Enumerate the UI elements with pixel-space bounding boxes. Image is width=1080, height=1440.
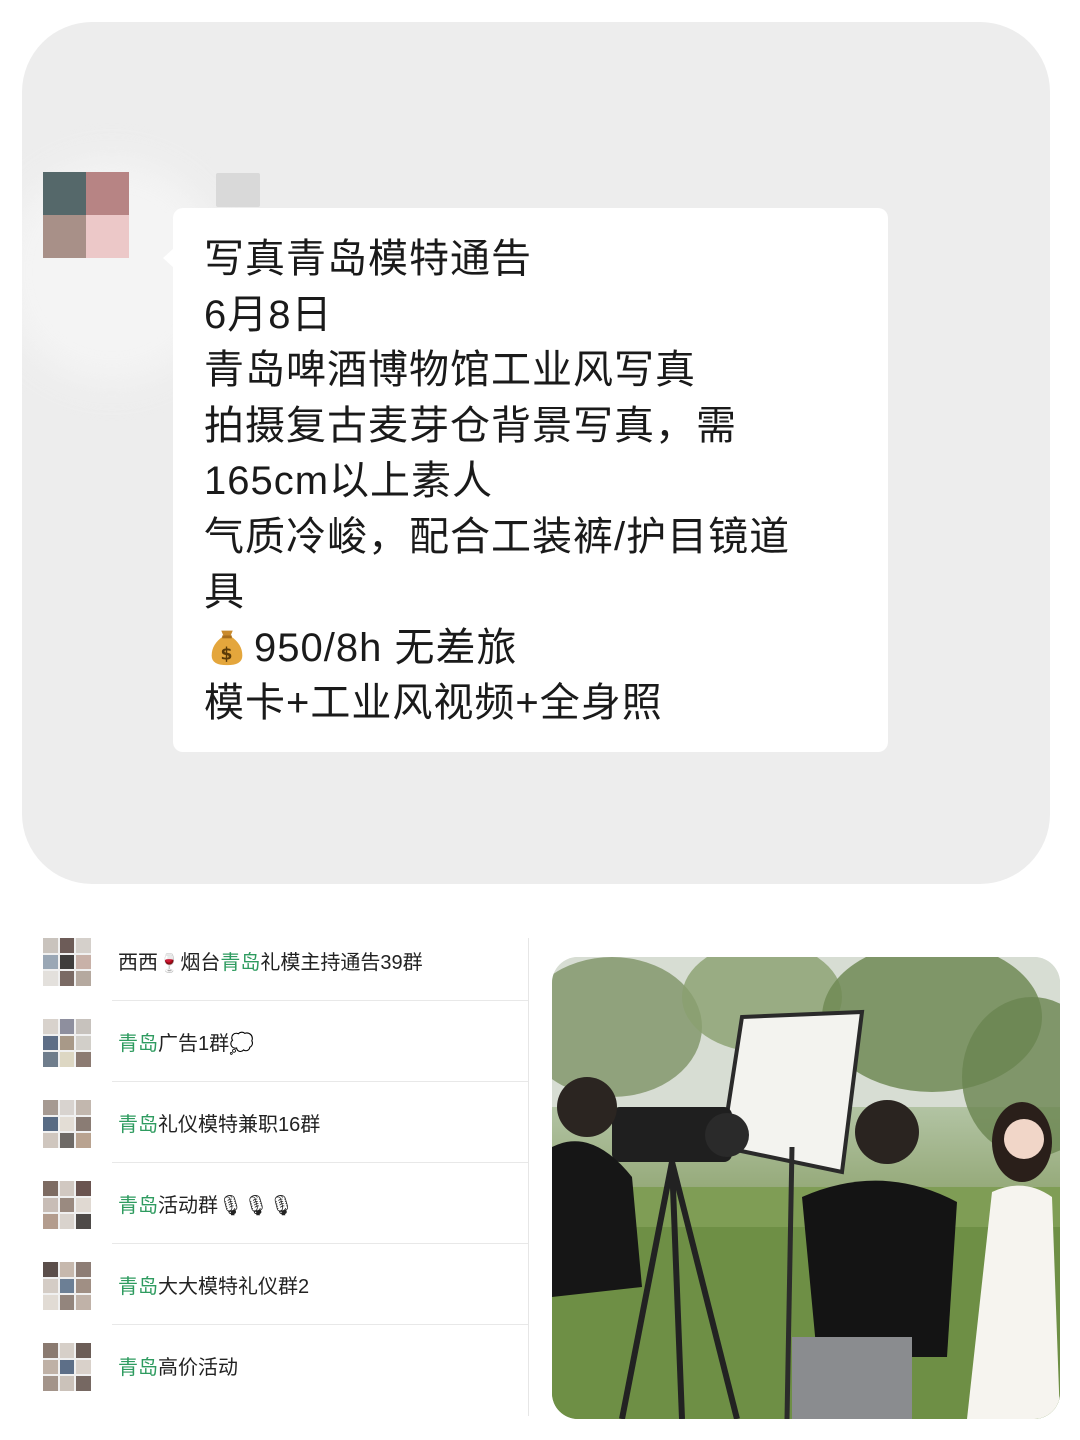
svg-text:$: $ [221,644,234,664]
group-avatar-grid [43,1100,91,1148]
group-name: 青岛广告1群💭 [118,1033,255,1055]
money-bag-icon: $ [211,630,243,665]
group-name: 青岛礼仪模特兼职16群 [118,1114,321,1136]
group-name: 西西🍷烟台青岛礼模主持通告39群 [118,952,423,974]
group-avatar-grid [43,938,91,986]
group-name: 青岛活动群🎙🎙🎙 [118,1195,295,1217]
sender-avatar-mosaic[interactable] [43,172,129,258]
group-chat-list: 西西🍷烟台青岛礼模主持通告39群 青岛广告1群💭 青岛礼仪模特兼职16群 青岛活… [0,920,530,1420]
message-line: 具 [204,570,245,614]
group-name: 青岛大大模特礼仪群2 [118,1276,310,1298]
message-line: 165cm以上素人 [204,459,494,503]
message-line: 青岛啤酒博物馆工业风写真 [204,348,696,392]
message-line: 模卡+工业风视频+全身照 [204,681,663,725]
group-avatar-grid [43,1262,91,1310]
message-line: 写真青岛模特通告 [204,237,532,281]
message-line: 拍摄复古麦芽仓背景写真，需 [204,403,737,448]
group-avatar-grid [43,1343,91,1391]
price-text: 950/8h 无差旅 [254,625,518,670]
list-item[interactable]: 青岛礼仪模特兼职16群 [0,1082,530,1163]
list-item[interactable]: 青岛大大模特礼仪群2 [0,1244,530,1325]
list-item[interactable]: 青岛活动群🎙🎙🎙 [0,1163,530,1244]
sender-name-blurred [216,173,260,207]
group-name: 青岛高价活动 [118,1357,238,1379]
list-item[interactable]: 西西🍷烟台青岛礼模主持通告39群 [0,920,530,1001]
list-item[interactable]: 青岛广告1群💭 [0,1001,530,1082]
list-item[interactable]: 青岛高价活动 [0,1325,530,1406]
message-line-price: $ 950/8h 无差旅 [204,621,844,677]
group-avatar-grid [43,1181,91,1229]
photo-illustration [552,957,1060,1419]
photo-shoot-image [552,957,1060,1419]
message-line: 气质冷峻，配合工装裤/护目镜道 [204,514,791,559]
message-text: 写真青岛模特通告 6月8日 青岛啤酒博物馆工业风写真 拍摄复古麦芽仓背景写真，需… [204,232,844,732]
message-line: 6月8日 [204,292,333,337]
wine-glass-icon: 🍷 [158,953,181,973]
group-avatar-grid [43,1019,91,1067]
